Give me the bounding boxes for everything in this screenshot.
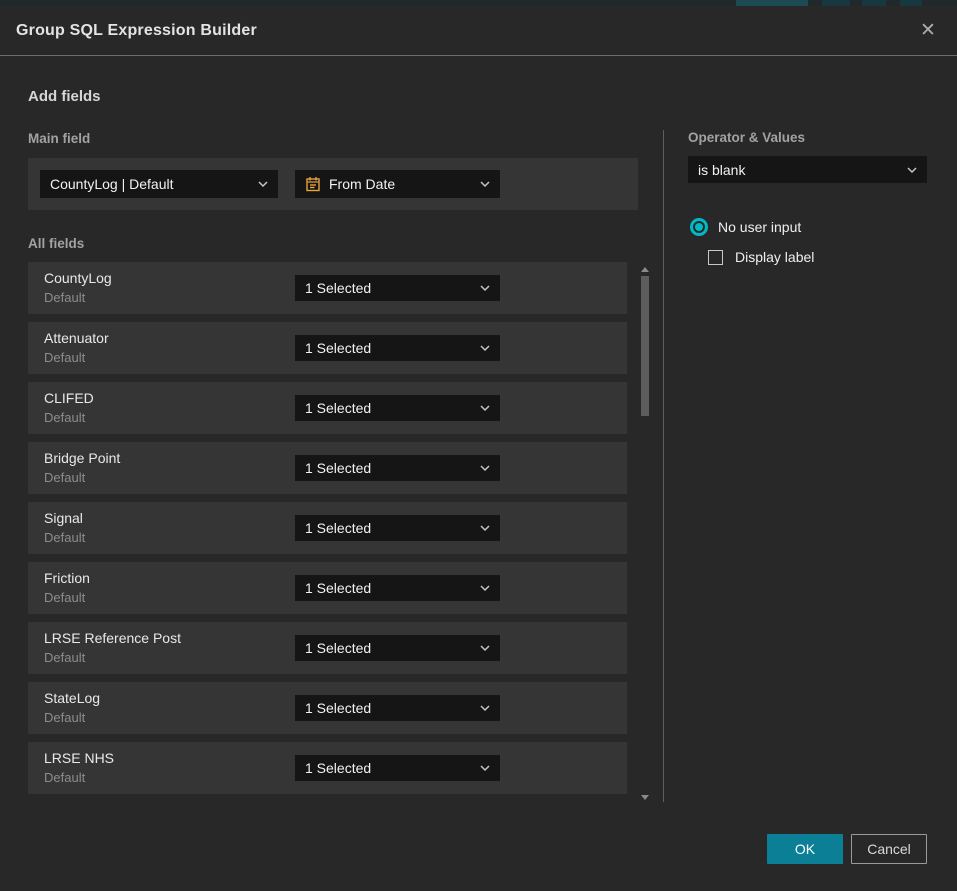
field-row: CLIFED Default 1 Selected [28,382,627,434]
field-name: LRSE Reference Post [44,630,181,646]
field-name: Friction [44,570,90,586]
field-row: Friction Default 1 Selected [28,562,627,614]
layer-select-dropdown[interactable]: CountyLog | Default [40,170,278,198]
field-row: StateLog Default 1 Selected [28,682,627,734]
chevron-down-icon [258,181,268,187]
dialog-header: Group SQL Expression Builder ✕ [0,6,957,56]
field-selection-dropdown[interactable]: 1 Selected [295,755,500,781]
dialog-title: Group SQL Expression Builder [16,22,257,40]
field-selection-value: 1 Selected [305,700,472,716]
field-selection-value: 1 Selected [305,580,472,596]
field-selection-dropdown[interactable]: 1 Selected [295,395,500,421]
no-user-input-label: No user input [718,219,801,235]
radio-selected-icon[interactable] [690,218,708,236]
main-field-label: Main field [28,131,90,146]
checkbox-unchecked-icon[interactable] [708,250,723,265]
field-selection-value: 1 Selected [305,640,472,656]
field-name: Attenuator [44,330,109,346]
field-selection-value: 1 Selected [305,400,472,416]
field-row: Attenuator Default 1 Selected [28,322,627,374]
operator-select-dropdown[interactable]: is blank [688,156,927,183]
field-selection-value: 1 Selected [305,520,472,536]
field-variant: Default [44,710,85,725]
field-variant: Default [44,650,85,665]
field-name: Signal [44,510,83,526]
field-select-dropdown[interactable]: From Date [295,170,500,198]
display-label-label: Display label [735,249,814,265]
field-name: Bridge Point [44,450,120,466]
field-row: LRSE Reference Post Default 1 Selected [28,622,627,674]
chevron-down-icon [480,585,490,591]
field-selection-dropdown[interactable]: 1 Selected [295,695,500,721]
chevron-down-icon [480,525,490,531]
field-variant: Default [44,410,85,425]
scrollbar-thumb[interactable] [641,276,649,416]
field-variant: Default [44,770,85,785]
field-selection-dropdown[interactable]: 1 Selected [295,635,500,661]
list-scrollbar [638,262,652,802]
field-name: LRSE NHS [44,750,114,766]
chevron-down-icon [480,181,490,187]
chevron-down-icon [480,705,490,711]
scroll-up-arrow-icon[interactable] [641,267,649,272]
field-selection-value: 1 Selected [305,760,472,776]
group-sql-expression-builder-dialog: Group SQL Expression Builder ✕ Add field… [0,6,957,891]
field-name: CLIFED [44,390,94,406]
field-name: CountyLog [44,270,112,286]
add-fields-heading: Add fields [28,88,101,105]
field-row: Bridge Point Default 1 Selected [28,442,627,494]
display-label-option[interactable]: Display label [708,249,814,265]
scroll-down-arrow-icon[interactable] [641,795,649,800]
chevron-down-icon [480,465,490,471]
close-icon[interactable]: ✕ [915,18,941,44]
field-variant: Default [44,470,85,485]
field-row: Signal Default 1 Selected [28,502,627,554]
field-selection-value: 1 Selected [305,340,472,356]
field-variant: Default [44,530,85,545]
all-fields-list: CountyLog Default 1 Selected Attenuator … [28,262,627,794]
field-selection-value: 1 Selected [305,460,472,476]
all-fields-label: All fields [28,236,84,251]
field-selection-dropdown[interactable]: 1 Selected [295,515,500,541]
chevron-down-icon [480,765,490,771]
calendar-icon [305,176,321,192]
field-name: StateLog [44,690,100,706]
field-variant: Default [44,290,85,305]
field-row: CountyLog Default 1 Selected [28,262,627,314]
field-row: LRSE NHS Default 1 Selected [28,742,627,794]
field-selection-dropdown[interactable]: 1 Selected [295,575,500,601]
chevron-down-icon [907,167,917,173]
ok-button[interactable]: OK [767,834,843,864]
field-selection-value: 1 Selected [305,280,472,296]
operator-select-value: is blank [698,162,899,178]
field-selection-dropdown[interactable]: 1 Selected [295,275,500,301]
field-variant: Default [44,350,85,365]
field-select-value: From Date [329,176,464,192]
field-selection-dropdown[interactable]: 1 Selected [295,335,500,361]
field-selection-dropdown[interactable]: 1 Selected [295,455,500,481]
chevron-down-icon [480,345,490,351]
layer-select-value: CountyLog | Default [50,176,250,192]
panel-divider [663,130,664,802]
no-user-input-option[interactable]: No user input [690,218,801,236]
main-field-panel: CountyLog | Default From Date [28,158,638,210]
operator-values-heading: Operator & Values [688,130,805,145]
chevron-down-icon [480,405,490,411]
field-variant: Default [44,590,85,605]
chevron-down-icon [480,645,490,651]
cancel-button[interactable]: Cancel [851,834,927,864]
chevron-down-icon [480,285,490,291]
